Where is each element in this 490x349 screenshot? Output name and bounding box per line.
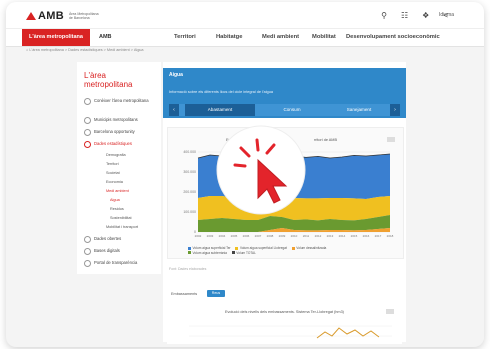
chevron-right-icon xyxy=(84,98,91,105)
sidebar-item-bases-digitals[interactable]: Bases digitals xyxy=(84,248,158,255)
reservoir-chart xyxy=(189,325,392,339)
x-tick-label: 2018 xyxy=(387,234,394,238)
reservoir-menu-icon[interactable] xyxy=(386,309,394,314)
x-tick-label: 2008 xyxy=(267,234,274,238)
logo-mark-icon xyxy=(26,12,36,20)
chevron-right-icon xyxy=(84,117,91,124)
x-tick-label: 2016 xyxy=(363,234,370,238)
right-column xyxy=(408,62,484,342)
tab-prev-icon[interactable]: ‹ xyxy=(169,104,179,116)
nav-item-habitatge[interactable]: Habitatge xyxy=(216,29,242,46)
x-tick-label: 2005 xyxy=(231,234,238,238)
chart-source: Font: Dades elaborades xyxy=(169,267,207,271)
tab-sanejament[interactable]: Sanejament xyxy=(329,104,389,116)
x-tick-label: 2007 xyxy=(255,234,262,238)
y-tick-label: 300.000 xyxy=(183,170,196,174)
sidebar-sub-economia[interactable]: Economia xyxy=(106,180,123,184)
chevron-right-icon xyxy=(84,236,91,243)
legend-item-subterrania[interactable]: Volum aigua subterrània xyxy=(188,251,227,255)
nav-item-area-metropolitana[interactable]: L'àrea metropolitana xyxy=(22,29,90,46)
reservoir-chart-title: Evolució dels nivells dels embassaments.… xyxy=(225,310,344,314)
chevron-right-icon xyxy=(84,248,91,255)
x-tick-label: 2012 xyxy=(315,234,322,238)
x-tick-label: 2011 xyxy=(303,234,310,238)
x-tick-label: 2010 xyxy=(291,234,298,238)
x-tick-label: 2013 xyxy=(327,234,334,238)
tab-consum[interactable]: Consum xyxy=(257,104,327,116)
sidebar-sub-mobilitat[interactable]: Mobilitat i transport xyxy=(106,225,138,229)
reservoir-line xyxy=(316,327,380,339)
sidebar: L'àrea metropolitana Conèixer l'àrea met… xyxy=(77,62,161,274)
chevron-right-icon xyxy=(84,260,91,267)
brand-name: AMB xyxy=(38,10,64,22)
header-icons: ⚲ ☷ ❖ < xyxy=(381,11,448,20)
legend-item-ter[interactable]: Volum aigua superficial Ter xyxy=(188,246,231,250)
x-tick-label: 2017 xyxy=(375,234,382,238)
sidebar-title: L'àrea metropolitana xyxy=(84,71,133,89)
reservoir-label: Embassaments xyxy=(171,292,198,296)
x-tick-label: 2006 xyxy=(243,234,250,238)
nav-item-desenvolupament[interactable]: Desenvolupament socioeconòmic xyxy=(346,29,440,46)
y-tick-label: 400.000 xyxy=(183,150,196,154)
reservoir-chart-card: Embassaments Reus Evolució dels nivells … xyxy=(167,284,402,344)
panel-title: Aigua xyxy=(169,72,183,78)
brand-subtitle: Àrea Metropolitana de Barcelona xyxy=(68,12,99,20)
x-tick-label: 2004 xyxy=(219,234,226,238)
legend-item-dessalinitzada[interactable]: Volum dessalinitzada xyxy=(291,246,326,250)
x-tick-label: 2002 xyxy=(195,234,202,238)
breadcrumb: ⌂ L'àrea metropolitana > Dades estadísti… xyxy=(26,48,144,52)
tab-bar: ‹ Abastament Consum Sanejament › xyxy=(169,104,400,116)
y-tick-label: 200.000 xyxy=(183,190,196,194)
x-tick-label: 2014 xyxy=(339,234,346,238)
sidebar-item-barcelona[interactable]: Barcelona opportunity xyxy=(84,129,158,136)
main-nav: L'àrea metropolitana AMB Territori Habit… xyxy=(6,28,484,47)
x-tick-label: 2003 xyxy=(207,234,214,238)
sidebar-item-dades-obertes[interactable]: Dades obertes xyxy=(84,236,158,243)
nav-item-medi-ambient[interactable]: Medi ambient xyxy=(262,29,299,46)
sidebar-sub-demografia[interactable]: Demografia xyxy=(106,153,126,157)
x-tick-label: 2015 xyxy=(351,234,358,238)
chart-legend: Volum aigua superficial Ter Volum aigua … xyxy=(188,246,330,255)
sidebar-sub-aigua[interactable]: Aigua xyxy=(110,198,120,202)
browser-frame: AMB Àrea Metropolitana de Barcelona ⚲ ☷ … xyxy=(6,2,484,347)
nav-item-territori[interactable]: Territori xyxy=(174,29,196,46)
sidebar-sub-medi-ambient[interactable]: Medi ambient xyxy=(106,189,129,193)
x-tick-label: 2009 xyxy=(279,234,286,238)
sidebar-sub-societat[interactable]: Societat xyxy=(106,171,120,175)
reservoir-filter-button[interactable]: Reus xyxy=(207,290,225,297)
amb-logo[interactable]: AMB Àrea Metropolitana de Barcelona xyxy=(26,10,103,22)
home-icon[interactable]: ⌂ xyxy=(26,48,28,52)
language-selector[interactable]: Idioma xyxy=(439,12,454,18)
top-header: AMB Àrea Metropolitana de Barcelona ⚲ ☷ … xyxy=(6,2,484,28)
search-icon[interactable]: ⚲ xyxy=(381,11,387,20)
sidebar-item-dades-estadistiques[interactable]: Dades estadístiques xyxy=(84,141,158,148)
nav-item-amb[interactable]: AMB xyxy=(99,29,112,46)
legend-item-llobregat[interactable]: Volum aigua superficial Llobregat xyxy=(235,246,287,250)
apps-icon[interactable]: ☷ xyxy=(401,11,408,20)
tools-icon[interactable]: ❖ xyxy=(422,11,429,20)
panel-description: Informació sobre els diferents llocs del… xyxy=(169,90,273,94)
tab-abastament[interactable]: Abastament xyxy=(185,104,255,116)
tab-next-icon[interactable]: › xyxy=(390,104,400,116)
sidebar-sub-residus[interactable]: Residus xyxy=(110,207,124,211)
sidebar-item-municipis[interactable]: Municipis metropolitans xyxy=(84,117,158,124)
chevron-down-icon xyxy=(84,141,91,148)
sidebar-item-transparencia[interactable]: Portal de transparència xyxy=(84,260,158,267)
sidebar-sub-territori[interactable]: Territori xyxy=(106,162,119,166)
sidebar-sub-sostenibilitat[interactable]: Sostenibilitat xyxy=(110,216,132,220)
click-cursor-icon xyxy=(216,125,306,215)
nav-item-mobilitat[interactable]: Mobilitat xyxy=(312,29,336,46)
panel-header: Aigua Informació sobre els diferents llo… xyxy=(163,68,406,118)
breadcrumb-text[interactable]: L'àrea metropolitana > Dades estadístiqu… xyxy=(29,48,143,52)
chevron-right-icon xyxy=(84,129,91,136)
sidebar-item-coneixer[interactable]: Conèixer l'àrea metropolitana xyxy=(84,98,158,105)
legend-item-total[interactable]: Volum TOTAL xyxy=(231,251,256,255)
y-tick-label: 100.000 xyxy=(183,210,196,214)
